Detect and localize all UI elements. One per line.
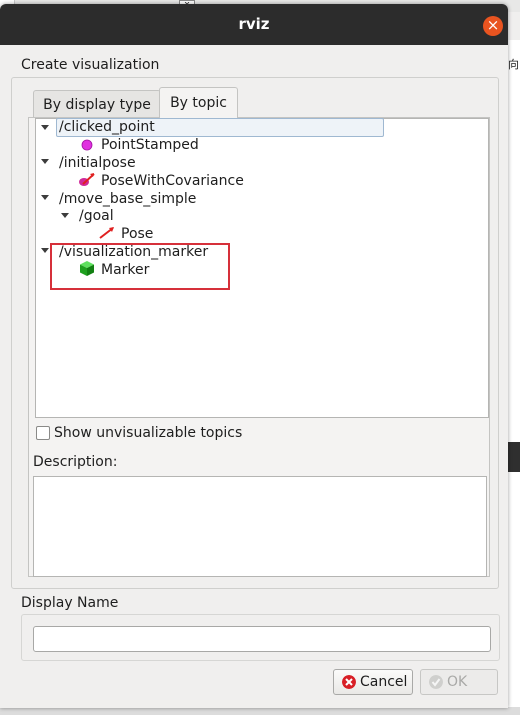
display-name-label: Display Name <box>21 595 119 611</box>
point-stamped-icon <box>81 139 93 151</box>
description-box <box>33 476 487 577</box>
display-name-input[interactable] <box>33 626 491 652</box>
expand-arrow-icon[interactable] <box>41 248 49 253</box>
annotation-highlight-box <box>50 243 230 290</box>
ok-icon <box>429 675 443 689</box>
ok-button-label: OK <box>447 674 468 690</box>
expand-arrow-icon[interactable] <box>41 159 49 164</box>
close-button[interactable]: × <box>483 16 503 36</box>
close-icon: × <box>486 16 500 34</box>
tab-by-display-type[interactable]: By display type <box>33 90 161 120</box>
expand-arrow-icon[interactable] <box>41 195 49 200</box>
show-unvisualizable-checkbox[interactable] <box>36 426 50 440</box>
expand-arrow-icon[interactable] <box>61 213 69 218</box>
tree-item-point-stamped[interactable]: PointStamped <box>101 136 199 154</box>
pose-with-covariance-icon <box>79 173 95 186</box>
dialog-title: rviz <box>238 15 270 33</box>
show-unvisualizable-label[interactable]: Show unvisualizable topics <box>54 425 242 441</box>
ok-button[interactable]: OK <box>420 669 498 695</box>
cancel-button[interactable]: Cancel <box>333 669 413 695</box>
tree-item-pose[interactable]: Pose <box>121 225 153 243</box>
description-label: Description: <box>33 454 118 470</box>
background-window-right <box>506 40 520 715</box>
background-window-bottom <box>0 707 520 715</box>
background-right-text: 向 <box>508 58 519 71</box>
tree-item-clicked-point[interactable]: /clicked_point <box>59 118 155 136</box>
tab-by-topic[interactable]: By topic <box>159 87 238 120</box>
create-visualization-title: Create visualization <box>21 57 160 73</box>
background-dark-panel <box>506 442 520 472</box>
tree-item-initialpose[interactable]: /initialpose <box>59 154 136 172</box>
tree-item-goal[interactable]: /goal <box>79 207 114 225</box>
tree-item-move-base-simple[interactable]: /move_base_simple <box>59 190 196 208</box>
cancel-button-label: Cancel <box>360 674 408 690</box>
cancel-icon <box>342 675 356 689</box>
expand-arrow-icon[interactable] <box>41 125 49 130</box>
tree-item-pose-with-covariance[interactable]: PoseWithCovariance <box>101 172 244 190</box>
pose-arrow-icon <box>99 227 114 239</box>
